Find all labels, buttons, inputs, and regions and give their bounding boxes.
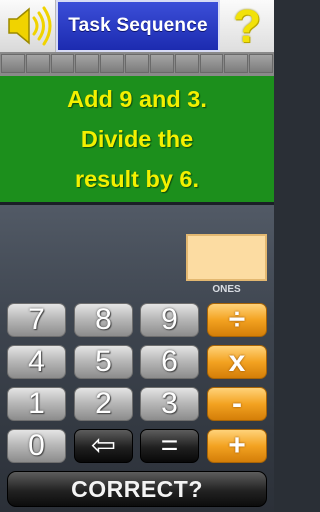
key-9[interactable]: 9 xyxy=(140,303,199,337)
minus-key[interactable]: - xyxy=(207,387,267,421)
speaker-volume-icon xyxy=(8,6,52,46)
answer-ones-box[interactable] xyxy=(186,234,267,281)
question-line-2: Divide the xyxy=(80,126,194,152)
progress-cell xyxy=(100,54,125,73)
progress-cell xyxy=(249,54,273,73)
key-2[interactable]: 2 xyxy=(74,387,133,421)
correct-button[interactable]: CORRECT? xyxy=(7,471,267,507)
progress-cell xyxy=(50,54,75,73)
key-1[interactable]: 1 xyxy=(7,387,66,421)
key-4[interactable]: 4 xyxy=(7,345,66,379)
top-bar: Task Sequence ? xyxy=(0,0,274,52)
progress-cell xyxy=(174,54,199,73)
progress-cell xyxy=(224,54,249,73)
equals-key[interactable]: = xyxy=(140,429,199,463)
calculator-panel: ONES 7 8 9 ÷ 4 5 6 x 1 2 3- 0 ⇦ = + CORRECT? xyxy=(0,205,274,512)
question-panel: Add 9 and 3. Divide the result by 6. xyxy=(0,76,274,205)
progress-cell xyxy=(199,54,224,73)
progress-cell xyxy=(75,54,100,73)
key-3[interactable]: 3 xyxy=(140,387,199,421)
ones-place-label: ONES xyxy=(212,284,241,295)
multiply-key[interactable]: x xyxy=(207,345,267,379)
question-mark-icon: ? xyxy=(232,0,262,52)
key-5[interactable]: 5 xyxy=(74,345,133,379)
progress-cell xyxy=(125,54,149,73)
page-title: Task Sequence xyxy=(68,15,208,36)
key-0[interactable]: 0 xyxy=(7,429,66,463)
divide-key[interactable]: ÷ xyxy=(207,303,267,337)
progress-cell xyxy=(149,54,174,73)
sound-button[interactable] xyxy=(0,0,56,52)
key-8[interactable]: 8 xyxy=(74,303,133,337)
backspace-key[interactable]: ⇦ xyxy=(74,429,133,463)
question-line-3: result by 6. xyxy=(74,166,200,192)
plus-key[interactable]: + xyxy=(207,429,267,463)
help-button[interactable]: ? xyxy=(220,0,274,52)
progress-cell xyxy=(25,54,50,73)
progress-strip xyxy=(0,52,274,76)
key-7[interactable]: 7 xyxy=(7,303,66,337)
title-banner: Task Sequence xyxy=(56,0,220,52)
key-6[interactable]: 6 xyxy=(140,345,199,379)
question-line-1: Add 9 and 3. xyxy=(67,86,207,112)
correct-button-label: CORRECT? xyxy=(71,475,203,502)
progress-cell xyxy=(1,54,25,73)
